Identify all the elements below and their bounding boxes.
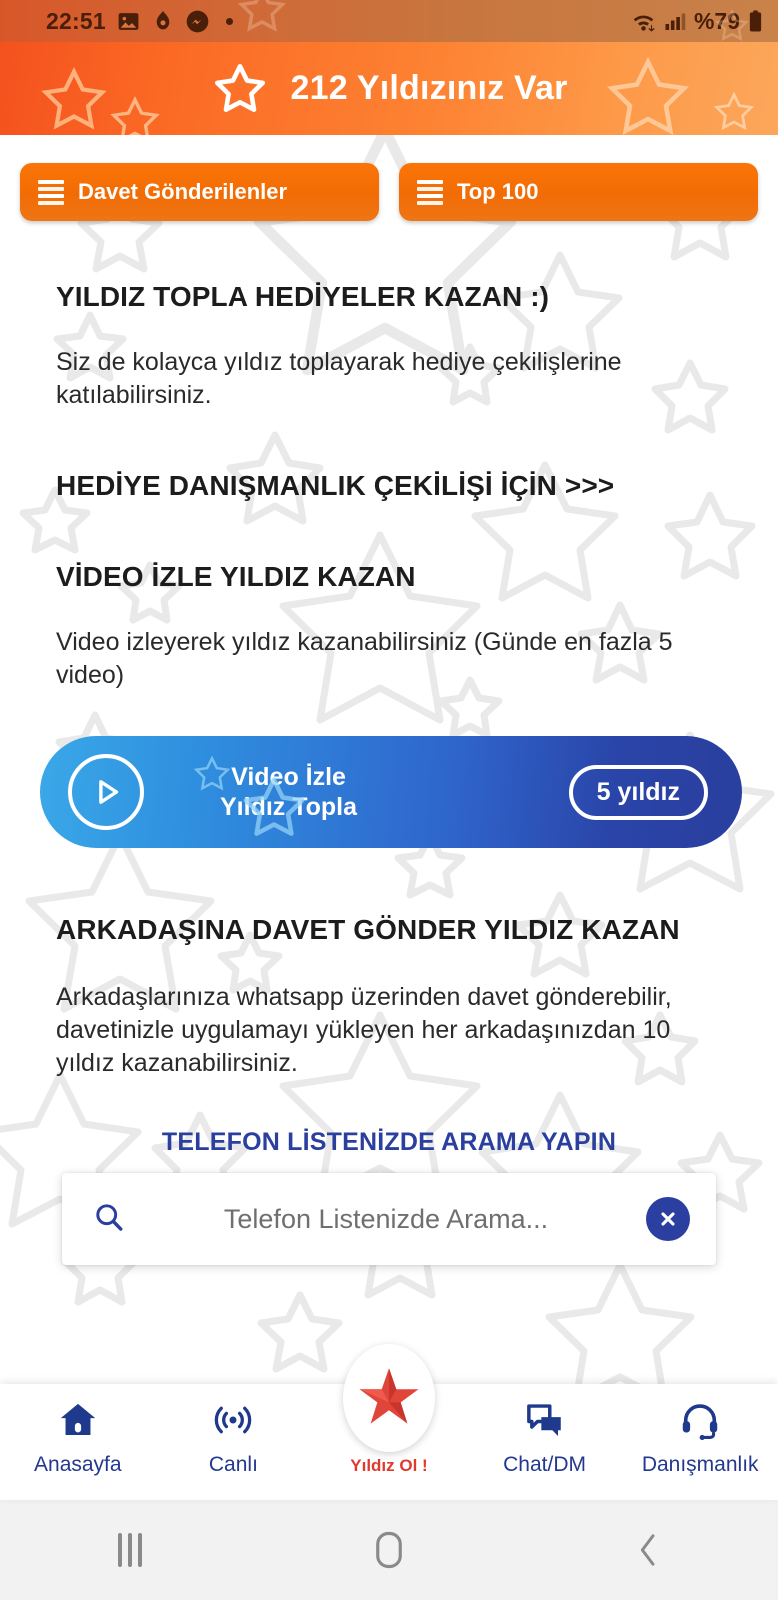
- status-star-decoration: [237, 0, 287, 32]
- tab-row: Davet Gönderilenler Top 100: [0, 135, 778, 221]
- banner-line-1: Video İzle: [231, 762, 346, 791]
- list-icon: [38, 179, 64, 205]
- section-invite: ARKADAŞINA DAVET GÖNDER YILDIZ KAZAN Ark…: [0, 912, 778, 1080]
- search-icon: [92, 1200, 126, 1239]
- gallery-icon: [116, 9, 141, 34]
- status-bar-left: 22:51: [46, 8, 233, 35]
- nav-item-canli-label: Canlı: [208, 1453, 258, 1476]
- header-star-decoration-3: [607, 56, 689, 135]
- back-chevron-icon[interactable]: [519, 1530, 778, 1570]
- status-time: 22:51: [46, 7, 106, 34]
- recents-icon[interactable]: [0, 1533, 259, 1567]
- banner-line-2: Yıldız Topla: [220, 793, 358, 821]
- nav-item-danismanlik-label: Danışmanlık: [641, 1453, 759, 1476]
- nav-item-chat-dm-label: Chat/DM: [503, 1453, 586, 1476]
- search-section: TELEFON LİSTENİZDE ARAMA YAPIN: [0, 1128, 778, 1265]
- tab-top-100-label: Top 100: [457, 179, 539, 204]
- section-raffle-link[interactable]: HEDİYE DANIŞMANLIK ÇEKİLİŞİ İÇİN >>>: [0, 468, 778, 503]
- red-star-icon: [342, 1344, 435, 1452]
- nav-item-canli[interactable]: Canlı: [156, 1384, 312, 1477]
- section-invite-title: ARKADAŞINA DAVET GÖNDER YILDIZ KAZAN: [56, 914, 680, 945]
- home-square-icon[interactable]: [259, 1529, 518, 1571]
- reward-badge[interactable]: 5 yıldız: [568, 764, 708, 820]
- watch-video-banner-text: Video İzle Yıldız Topla: [220, 762, 357, 823]
- watch-video-banner[interactable]: Video İzle Yıldız Topla 5 yıldız: [40, 736, 742, 848]
- page-content: Davet Gönderilenler Top 100 YILDIZ TOPLA…: [0, 135, 778, 1384]
- search-heading: TELEFON LİSTENİZDE ARAMA YAPIN: [161, 1128, 617, 1156]
- nav-item-yildiz-ol[interactable]: Yıldız Ol !: [311, 1344, 467, 1475]
- messenger-icon: [185, 9, 210, 34]
- status-bar-right: %79: [630, 8, 764, 35]
- battery-icon: [747, 9, 764, 34]
- list-icon: [417, 179, 443, 205]
- tab-davet-gonderilenler[interactable]: Davet Gönderilenler: [20, 163, 379, 221]
- star-outline-icon: [214, 63, 265, 112]
- nav-item-chat-dm[interactable]: Chat/DM: [467, 1384, 623, 1477]
- app-header: 212 Yıldızınız Var: [0, 42, 778, 135]
- nav-item-anasayfa[interactable]: Anasayfa: [0, 1384, 156, 1477]
- nav-item-anasayfa-label: Anasayfa: [34, 1453, 122, 1476]
- header-star-decoration-2: [110, 96, 160, 135]
- section-video-body: Video izleyerek yıldız kazanabilirsiniz …: [56, 628, 673, 689]
- tab-davet-gonderilenler-label: Davet Gönderilenler: [78, 179, 288, 204]
- play-circle-icon: [68, 754, 144, 830]
- chat-bubbles-icon: [523, 1398, 567, 1447]
- section-video: VİDEO İZLE YILDIZ KAZAN Video izleyerek …: [0, 559, 778, 692]
- cellular-signal-icon: [664, 9, 687, 33]
- nav-item-danismanlik[interactable]: Danışmanlık: [622, 1384, 778, 1477]
- page-title: 212 Yıldızınız Var: [290, 69, 568, 107]
- section-collect-title: YILDIZ TOPLA HEDİYELER KAZAN :): [56, 281, 550, 312]
- section-collect: YILDIZ TOPLA HEDİYELER KAZAN :) Siz de k…: [0, 279, 778, 412]
- tab-top-100[interactable]: Top 100: [399, 163, 758, 221]
- battery-percent: %79: [693, 7, 740, 34]
- section-invite-body: Arkadaşlarınıza whatsapp üzerinden davet…: [56, 983, 672, 1077]
- status-bar: 22:51 %79: [0, 0, 778, 42]
- header-star-decoration: [41, 67, 107, 130]
- header-star-decoration-4: [713, 91, 755, 131]
- close-circle-icon[interactable]: [646, 1197, 690, 1241]
- nav-item-yildiz-ol-label: Yıldız Ol !: [350, 1456, 428, 1475]
- home-icon: [56, 1398, 100, 1447]
- section-collect-body: Siz de kolayca yıldız toplayarak hediye …: [56, 348, 622, 409]
- android-system-nav: [0, 1500, 778, 1600]
- wifi-icon: [630, 9, 657, 34]
- bottom-navigation: Anasayfa Canlı Yıldız Ol ! Chat/DM Danış…: [0, 1344, 778, 1500]
- flame-icon: [151, 9, 175, 34]
- broadcast-icon: [211, 1398, 255, 1447]
- headset-icon: [678, 1398, 722, 1447]
- dot-indicator: [225, 17, 233, 25]
- section-video-title: VİDEO İZLE YILDIZ KAZAN: [56, 561, 416, 592]
- search-box[interactable]: [62, 1173, 716, 1265]
- section-raffle-link-title: HEDİYE DANIŞMANLIK ÇEKİLİŞİ İÇİN >>>: [56, 470, 615, 501]
- search-input[interactable]: [148, 1203, 624, 1235]
